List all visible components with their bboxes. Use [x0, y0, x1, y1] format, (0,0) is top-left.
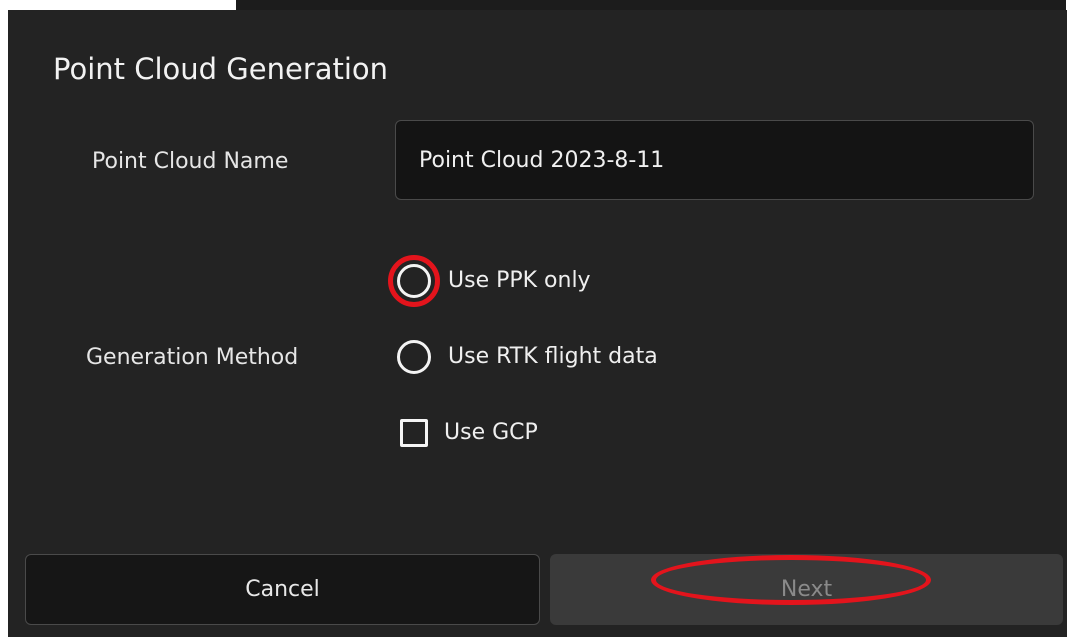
- next-button[interactable]: Next: [550, 554, 1063, 625]
- point-cloud-generation-dialog: Point Cloud Generation Point Cloud Name …: [8, 10, 1067, 637]
- cancel-button-label: Cancel: [245, 577, 320, 602]
- cancel-button[interactable]: Cancel: [25, 554, 540, 625]
- gcp-option-label: Use GCP: [444, 420, 538, 445]
- ppk-option-label: Use PPK only: [448, 268, 591, 293]
- gcp-checkbox[interactable]: [400, 419, 428, 447]
- option-use-rtk-flight-data[interactable]: Use RTK flight data: [388, 332, 658, 382]
- rtk-radio-button[interactable]: [397, 340, 431, 374]
- ppk-radio-highlight[interactable]: [388, 255, 440, 307]
- top-strip: [0, 0, 1067, 10]
- next-button-label: Next: [780, 577, 833, 602]
- background-window-edge: [236, 0, 1066, 10]
- rtk-option-label: Use RTK flight data: [448, 344, 658, 369]
- point-cloud-name-input[interactable]: [395, 120, 1034, 200]
- option-use-gcp[interactable]: Use GCP: [388, 408, 538, 458]
- generation-method-label: Generation Method: [86, 345, 299, 370]
- dialog-title: Point Cloud Generation: [53, 52, 389, 86]
- rtk-radio-wrap[interactable]: [388, 331, 440, 383]
- option-use-ppk-only[interactable]: Use PPK only: [388, 255, 591, 307]
- point-cloud-name-label: Point Cloud Name: [92, 149, 289, 174]
- ppk-radio-button[interactable]: [397, 264, 431, 298]
